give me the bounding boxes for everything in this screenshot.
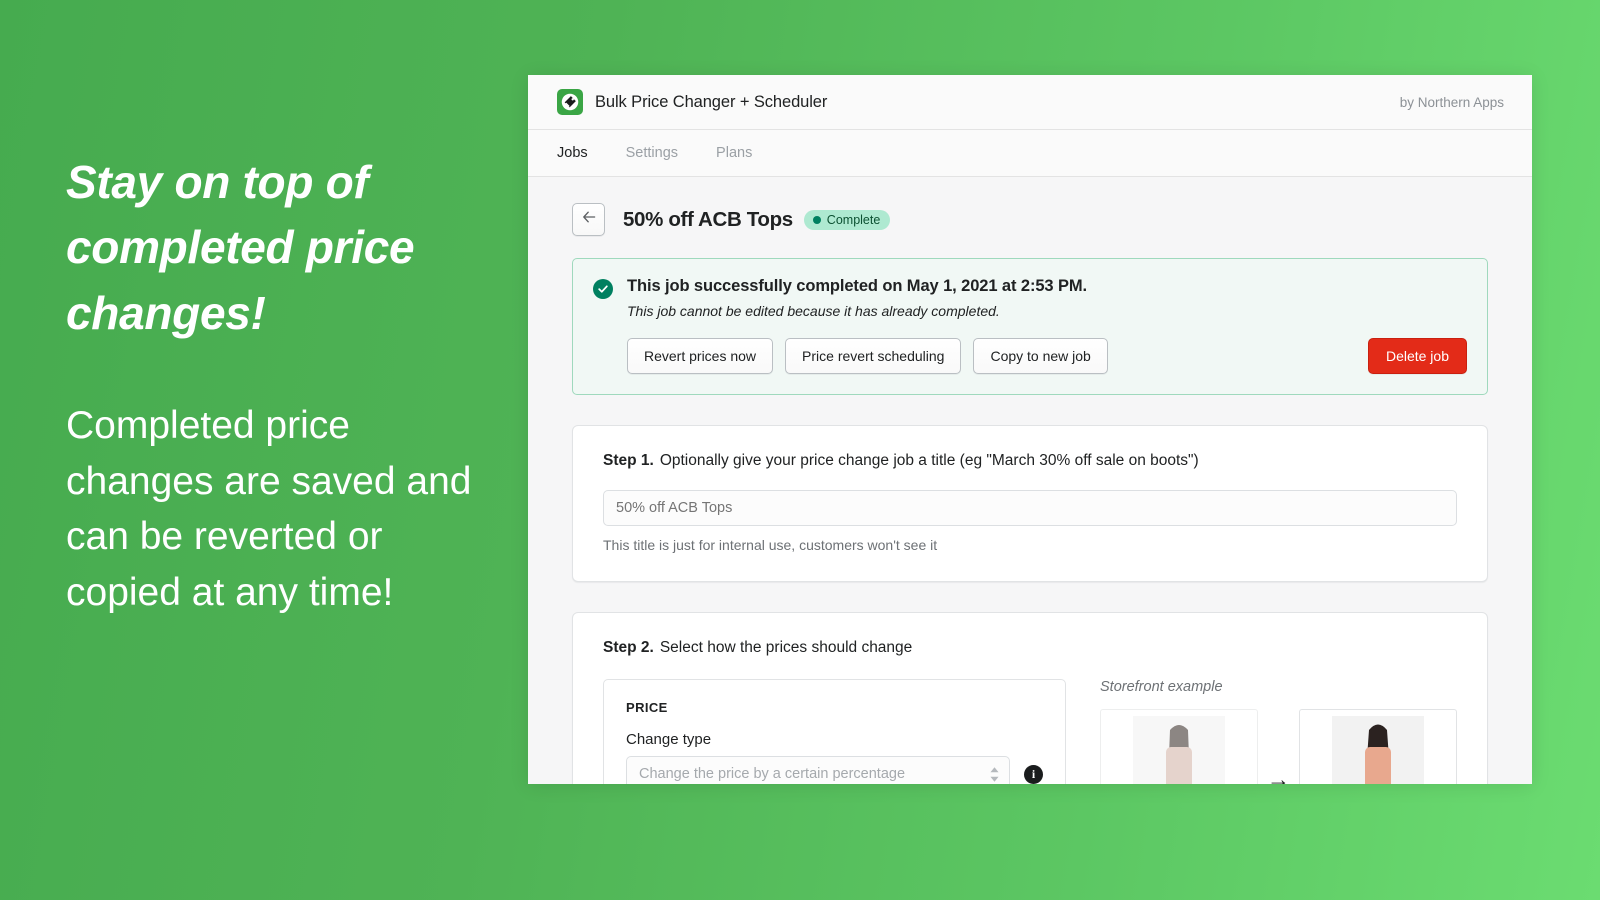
app-vendor: by Northern Apps: [1399, 94, 1504, 110]
job-title-input[interactable]: [603, 490, 1457, 526]
arrow-left-icon: [581, 209, 597, 230]
step-1-card: Step 1. Optionally give your price change…: [572, 425, 1488, 582]
step-2-columns: PRICE Change type Change the price by a …: [603, 679, 1457, 784]
product-photo-after: [1332, 716, 1424, 784]
step-2-label: Step 2.: [603, 639, 654, 656]
storefront-thumbnails: →: [1100, 709, 1457, 784]
banner-content: This job successfully completed on May 1…: [627, 277, 1467, 374]
change-type-value: Change the price by a certain percentage: [639, 766, 906, 782]
price-settings-card: PRICE Change type Change the price by a …: [603, 679, 1066, 784]
step-2-description: Select how the prices should change: [659, 639, 913, 656]
storefront-thumbnail-before: [1100, 709, 1258, 784]
step-2-heading: Step 2. Select how the prices should chan…: [603, 639, 1457, 657]
promo-body: Completed price changes are saved and ca…: [66, 403, 472, 615]
delete-job-button[interactable]: Delete job: [1367, 338, 1467, 374]
status-dot-icon: [812, 215, 821, 224]
price-revert-scheduling-button[interactable]: Price revert scheduling: [785, 338, 962, 374]
change-type-label: Change type: [626, 731, 712, 748]
arrow-right-icon: →: [1267, 766, 1290, 784]
storefront-example: Storefront example →: [1100, 679, 1457, 784]
success-banner: This job successfully completed on May 1…: [572, 258, 1488, 395]
info-icon[interactable]: i: [1024, 764, 1043, 784]
price-section-heading: PRICE: [626, 700, 668, 715]
step-1-help-text: This title is just for internal use, cus…: [603, 537, 938, 553]
tab-settings[interactable]: Settings: [607, 130, 697, 177]
promo-heading: Stay on top of completed price changes!: [66, 156, 415, 339]
copy-to-new-job-button[interactable]: Copy to new job: [973, 338, 1108, 374]
tab-jobs[interactable]: Jobs: [557, 130, 607, 177]
change-type-row: Change the price by a certain percentage…: [626, 756, 1043, 784]
change-type-select[interactable]: Change the price by a certain percentage: [626, 756, 1010, 784]
step-1-description: Optionally give your price change job a …: [659, 452, 1199, 469]
banner-title: This job successfully completed on May 1…: [627, 277, 1088, 295]
tab-bar: Jobs Settings Plans: [528, 130, 1532, 177]
app-window: Bulk Price Changer + Scheduler by Northe…: [528, 75, 1532, 784]
status-badge: Complete: [803, 209, 891, 230]
price-tag-icon: [557, 89, 583, 115]
page-body: 50% off ACB Tops Complete This job succe…: [528, 177, 1532, 784]
step-1-label: Step 1.: [603, 452, 654, 469]
app-title: Bulk Price Changer + Scheduler: [595, 92, 828, 111]
step-1-heading: Step 1. Optionally give your price change…: [603, 452, 1457, 470]
job-title-row: 50% off ACB Tops Complete: [528, 177, 1532, 236]
banner-actions: Revert prices now Price revert schedulin…: [627, 338, 1467, 374]
storefront-thumbnail-after: [1299, 709, 1457, 784]
app-header: Bulk Price Changer + Scheduler by Northe…: [528, 75, 1532, 130]
banner-subtitle: This job cannot be edited because it has…: [627, 303, 1000, 319]
check-circle-icon: [593, 279, 613, 299]
page-title: 50% off ACB Tops: [623, 207, 793, 231]
product-photo-before: [1133, 716, 1225, 784]
promo-panel: Stay on top of completed price changes! …: [66, 150, 496, 621]
storefront-example-label: Storefront example: [1100, 679, 1223, 695]
tab-plans[interactable]: Plans: [697, 130, 771, 177]
status-badge-label: Complete: [826, 212, 881, 227]
revert-prices-now-button[interactable]: Revert prices now: [627, 338, 774, 374]
chevron-updown-icon: [990, 766, 999, 782]
step-2-card: Step 2. Select how the prices should chan…: [572, 612, 1488, 784]
back-button[interactable]: [572, 203, 605, 236]
